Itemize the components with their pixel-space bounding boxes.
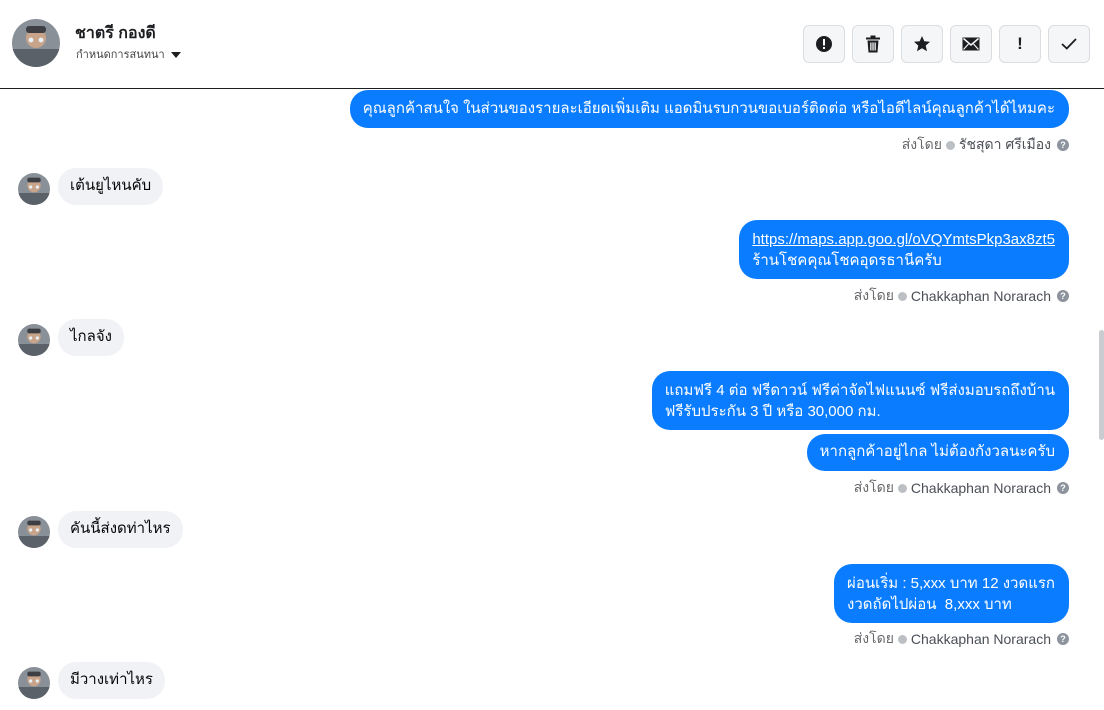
report-spam-button[interactable] xyxy=(803,25,845,63)
message-text: เต้นยูไหนคับ xyxy=(70,177,152,194)
incoming-message[interactable]: เต้นยูไหนคับ xyxy=(58,168,164,205)
seen-check-icon xyxy=(897,634,907,644)
message-text: หากลูกค้าอยู่ไกล ไม่ต้องกังวลนะครับ xyxy=(819,443,1055,460)
outgoing-message[interactable]: https://maps.app.goo.gl/oVQYmtsPkp3ax8zt… xyxy=(739,220,1069,279)
alert-circle-icon xyxy=(816,36,832,52)
star-button[interactable] xyxy=(901,25,943,63)
envelope-icon xyxy=(962,37,980,51)
message-text: มีวางเท่าไหร xyxy=(70,671,153,688)
message-text: คุณลูกค้าสนใจ ในส่วนของรายละเอียดเพิ่มเต… xyxy=(362,100,1055,117)
message-thread[interactable]: คุณลูกค้าสนใจ ในส่วนของรายละเอียดเพิ่มเต… xyxy=(0,90,1104,710)
help-icon[interactable]: ? xyxy=(1057,482,1069,494)
outgoing-message[interactable]: ผ่อนเริ่ม : 5,xxx บาท 12 งวดแรก งวดถัดไป… xyxy=(834,564,1069,623)
sender-name[interactable]: Chakkaphan Norarach xyxy=(911,631,1051,647)
incoming-message[interactable]: คันนี้ส่งดท่าไหร xyxy=(58,511,183,548)
message-line: ฟรีรับประกัน 3 ปี หรือ 30,000 กม. xyxy=(664,403,881,420)
message-text: ร้านโชคคุณโชคอุดรธานีครับ xyxy=(752,252,942,269)
seen-check-icon xyxy=(897,483,907,493)
assign-conversation-label: กำหนดการสนทนา xyxy=(76,49,165,61)
mark-unread-button[interactable] xyxy=(950,25,992,63)
contact-avatar-small xyxy=(18,516,50,548)
exclamation-icon: ! xyxy=(1017,34,1023,53)
message-line: ผ่อนเริ่ม : 5,xxx บาท 12 งวดแรก xyxy=(847,575,1055,592)
scrollbar-thumb[interactable] xyxy=(1099,330,1104,440)
assign-conversation-dropdown[interactable]: กำหนดการสนทนา xyxy=(76,45,181,63)
help-icon[interactable]: ? xyxy=(1057,290,1069,302)
mark-done-button[interactable] xyxy=(1048,25,1090,63)
sent-by-label: ส่งโดย xyxy=(853,287,894,303)
conversation-toolbar: ! xyxy=(803,25,1090,63)
contact-avatar-small xyxy=(18,667,50,699)
sent-by-label: ส่งโดย xyxy=(853,630,894,646)
incoming-message[interactable]: มีวางเท่าไหร xyxy=(58,662,165,699)
sent-by-info: ส่งโดย Chakkaphan Norarach ? xyxy=(854,477,1069,499)
contact-name[interactable]: ชาตรี กองดี xyxy=(75,21,156,46)
contact-avatar-small xyxy=(18,324,50,356)
sent-by-info: ส่งโดย Chakkaphan Norarach ? xyxy=(854,628,1069,650)
message-line: แถมฟรี 4 ต่อ ฟรีดาวน์ ฟรีค่าจัดไฟแนนซ์ ฟ… xyxy=(664,382,1055,399)
message-line: งวดถัดไปผ่อน 8,xxx บาท xyxy=(847,596,1012,613)
sent-by-info: ส่งโดย รัชสุดา ศรีเมือง ? xyxy=(902,134,1069,156)
sender-name[interactable]: Chakkaphan Norarach xyxy=(911,480,1051,496)
conversation-header: ชาตรี กองดี กำหนดการสนทนา ! xyxy=(0,0,1104,89)
mark-followup-button[interactable]: ! xyxy=(999,25,1041,63)
seen-check-icon xyxy=(945,140,955,150)
star-icon xyxy=(914,36,930,52)
check-icon xyxy=(1061,38,1077,50)
delete-button[interactable] xyxy=(852,25,894,63)
map-link[interactable]: https://maps.app.goo.gl/oVQYmtsPkp3ax8zt… xyxy=(752,231,1055,248)
outgoing-message[interactable]: แถมฟรี 4 ต่อ ฟรีดาวน์ ฟรีค่าจัดไฟแนนซ์ ฟ… xyxy=(651,371,1069,430)
outgoing-message[interactable]: หากลูกค้าอยู่ไกล ไม่ต้องกังวลนะครับ xyxy=(806,434,1069,471)
outgoing-message[interactable]: คุณลูกค้าสนใจ ในส่วนของรายละเอียดเพิ่มเต… xyxy=(349,90,1069,128)
help-icon[interactable]: ? xyxy=(1057,139,1069,151)
sender-name[interactable]: รัชสุดา ศรีเมือง xyxy=(959,134,1051,156)
incoming-message[interactable]: ไกลจัง xyxy=(58,319,124,356)
message-text: ไกลจัง xyxy=(70,328,112,345)
contact-avatar[interactable] xyxy=(12,19,60,67)
contact-avatar-small xyxy=(18,173,50,205)
sent-by-label: ส่งโดย xyxy=(853,479,894,495)
caret-down-icon xyxy=(170,51,181,58)
sent-by-info: ส่งโดย Chakkaphan Norarach ? xyxy=(854,285,1069,307)
seen-check-icon xyxy=(897,291,907,301)
trash-icon xyxy=(866,35,880,53)
sent-by-label: ส่งโดย xyxy=(901,136,942,152)
sender-name[interactable]: Chakkaphan Norarach xyxy=(911,288,1051,304)
help-icon[interactable]: ? xyxy=(1057,633,1069,645)
message-text: คันนี้ส่งดท่าไหร xyxy=(70,520,171,537)
